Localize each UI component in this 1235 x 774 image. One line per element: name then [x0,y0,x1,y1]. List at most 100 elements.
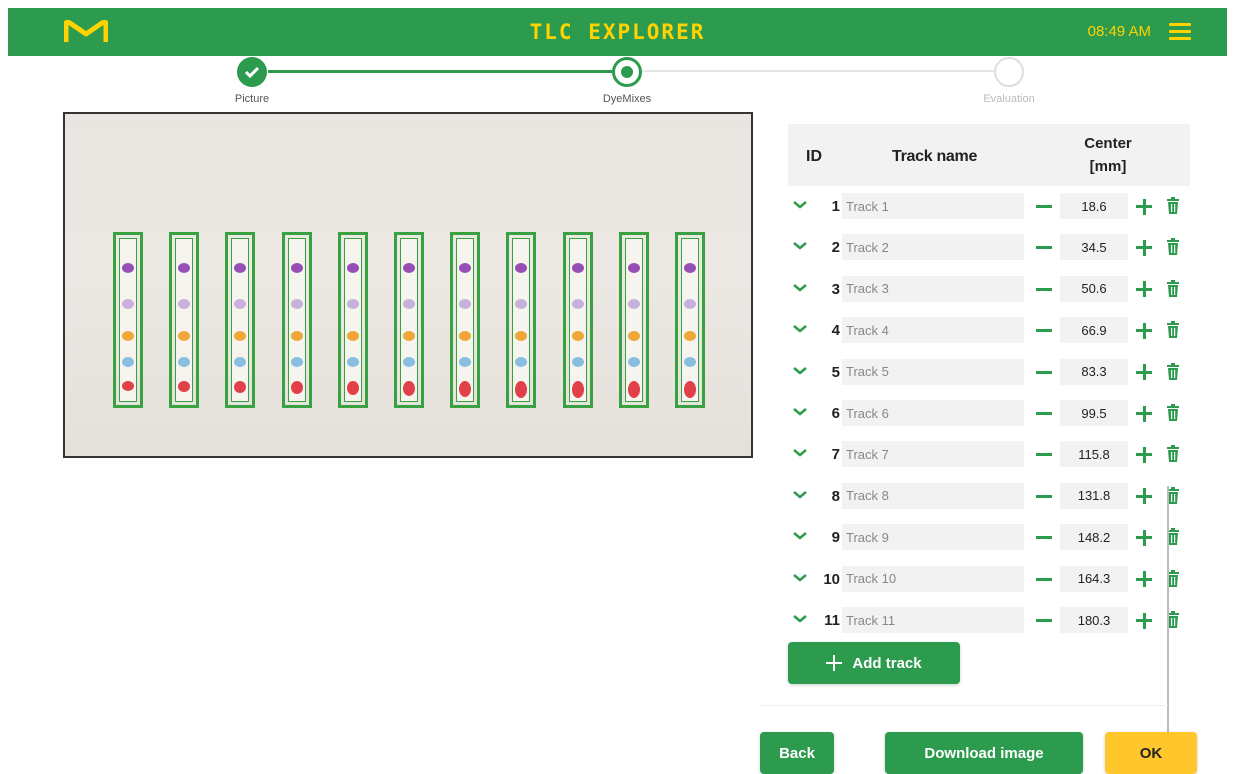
track-name-input[interactable] [842,524,1024,551]
decrement-button[interactable] [1034,361,1054,383]
decrement-button[interactable] [1034,443,1054,465]
decrement-button[interactable] [1034,485,1054,507]
decrement-button[interactable] [1034,568,1054,590]
add-track-button[interactable]: Add track [788,642,960,684]
chevron-down-icon[interactable] [792,531,808,541]
lane-box[interactable] [562,232,593,408]
dye-spot [290,331,303,341]
dye-spot [627,381,640,398]
plus-icon [826,655,843,671]
trash-icon[interactable] [1166,362,1180,381]
dye-spot [571,263,584,273]
increment-button[interactable] [1134,195,1154,217]
chevron-down-icon[interactable] [792,283,808,293]
center-input[interactable] [1060,565,1128,592]
trash-icon[interactable] [1166,238,1180,256]
chevron-down-icon[interactable] [792,200,808,210]
tlc-plate-image[interactable] [63,112,753,458]
decrement-button[interactable] [1034,319,1054,341]
increment-button[interactable] [1134,236,1154,258]
center-input[interactable] [1060,482,1128,509]
increment-button[interactable] [1134,319,1154,341]
dye-spot [627,299,640,309]
track-id: 9 [831,529,840,547]
increment-button[interactable] [1134,609,1154,631]
increment-button[interactable] [1134,278,1154,300]
center-input[interactable] [1060,358,1128,385]
center-input[interactable] [1060,441,1128,468]
lane-box[interactable] [281,232,312,408]
lane-box[interactable] [169,232,200,408]
decrement-button[interactable] [1034,278,1054,300]
lane-box[interactable] [506,232,537,408]
dye-spot [684,299,696,309]
decrement-button[interactable] [1034,195,1054,217]
center-input[interactable] [1060,607,1128,633]
chevron-down-icon[interactable] [792,490,808,500]
track-name-input[interactable] [842,441,1024,468]
track-name-input[interactable] [842,565,1024,592]
dye-spot [627,263,640,273]
track-name-input[interactable] [842,193,1024,219]
step-evaluation[interactable] [994,57,1024,87]
chevron-down-icon[interactable] [792,407,808,417]
track-name-input[interactable] [842,482,1024,509]
track-id: 2 [831,239,840,257]
lane-box[interactable] [618,232,649,408]
chevron-down-icon[interactable] [792,241,808,251]
trash-icon[interactable] [1166,321,1180,339]
dye-spot [122,331,134,341]
increment-button[interactable] [1134,485,1154,507]
trash-icon[interactable] [1166,404,1180,422]
hamburger-icon[interactable] [1169,23,1191,41]
chevron-down-icon[interactable] [792,366,808,376]
dye-spot [571,357,584,367]
decrement-button[interactable] [1034,402,1054,424]
step-label-picture: Picture [234,93,270,105]
lane-box[interactable] [450,232,481,408]
dye-spot [122,381,134,391]
center-input[interactable] [1060,275,1128,302]
chevron-down-icon[interactable] [792,614,808,624]
decrement-button[interactable] [1034,526,1054,548]
dye-spot [346,381,359,395]
track-name-input[interactable] [842,275,1024,302]
track-id: 10 [823,570,840,588]
increment-button[interactable] [1134,443,1154,465]
lane-box[interactable] [394,232,424,408]
back-button[interactable]: Back [760,732,834,774]
track-name-input[interactable] [842,400,1024,426]
track-id: 3 [831,280,840,298]
center-input[interactable] [1060,317,1128,344]
increment-button[interactable] [1134,568,1154,590]
lane-box[interactable] [113,232,143,408]
step-picture[interactable] [237,57,267,87]
chevron-down-icon[interactable] [792,324,808,334]
increment-button[interactable] [1134,361,1154,383]
center-input[interactable] [1060,400,1128,426]
track-name-input[interactable] [842,317,1024,344]
step-dyemixes[interactable] [612,57,642,87]
lane-box[interactable] [337,232,368,408]
increment-button[interactable] [1134,526,1154,548]
chevron-down-icon[interactable] [792,573,808,583]
trash-icon[interactable] [1166,279,1180,298]
track-name-input[interactable] [842,234,1024,261]
center-input[interactable] [1060,234,1128,261]
increment-button[interactable] [1134,402,1154,424]
ok-button[interactable]: OK [1105,732,1197,774]
decrement-button[interactable] [1034,609,1054,631]
track-name-input[interactable] [842,607,1024,633]
panel-scrollbar[interactable] [1167,486,1169,740]
center-input[interactable] [1060,193,1128,219]
lane-box[interactable] [675,232,705,408]
chevron-down-icon[interactable] [792,448,808,458]
center-input[interactable] [1060,524,1128,551]
decrement-button[interactable] [1034,236,1054,258]
track-name-input[interactable] [842,358,1024,385]
trash-icon[interactable] [1166,445,1180,463]
dye-spot [178,331,191,341]
trash-icon[interactable] [1166,197,1180,215]
lane-box[interactable] [225,232,256,408]
download-image-button[interactable]: Download image [885,732,1083,774]
